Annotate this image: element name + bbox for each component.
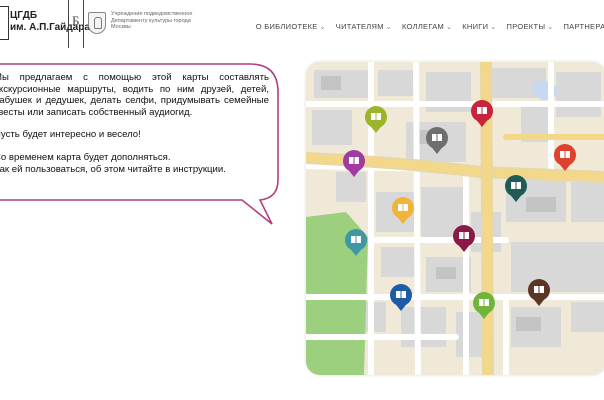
nav-label: ПРОЕКТЫ — [506, 22, 546, 31]
bookmark-letter: Б — [72, 13, 80, 28]
bubble-paragraph-1: Мы предлагаем с помощью этой карты соста… — [0, 72, 269, 118]
nav-label: ПАРТНЕРАМ — [563, 22, 604, 31]
bubble-paragraph-4: Как ей пользоваться, об этом читайте в и… — [0, 163, 226, 175]
nav-item-partners[interactable]: ПАРТНЕРАМ — [563, 22, 604, 31]
nav-label: О БИБЛИОТЕКЕ — [255, 22, 318, 31]
nav-label: ЧИТАТЕЛЯМ — [335, 22, 384, 31]
nav-label: КНИГИ — [462, 22, 489, 31]
site-header: ЦГДБ им. А.П.Гайдара Б Учреждение подвед… — [0, 0, 604, 56]
nav-label: КОЛЛЕГАМ — [401, 22, 445, 31]
nav-item-colleagues[interactable]: КОЛЛЕГАМ ⌄ — [402, 22, 452, 31]
bubble-paragraph-3: Со временем карта будет дополняться. — [0, 151, 171, 163]
bubble-paragraph-2: Пусть будет интересно и весело! — [0, 129, 141, 141]
chevron-down-icon: ⌄ — [319, 23, 326, 31]
nav-item-projects[interactable]: ПРОЕКТЫ ⌄ — [507, 22, 554, 31]
nav-item-about[interactable]: О БИБЛИОТЕКЕ ⌄ — [256, 22, 326, 31]
map-canvas[interactable] — [306, 62, 604, 375]
logo-emblem-icon — [0, 6, 9, 40]
nav-item-readers[interactable]: ЧИТАТЕЛЯМ ⌄ — [336, 22, 392, 31]
chevron-down-icon: ⌄ — [547, 23, 554, 31]
bubble-text: Мы предлагаем с помощью этой карты соста… — [0, 72, 269, 175]
library-map[interactable] — [306, 62, 604, 375]
moscow-crest-icon — [88, 12, 106, 34]
chevron-down-icon: ⌄ — [490, 23, 497, 31]
main-nav: О БИБЛИОТЕКЕ ⌄ ЧИТАТЕЛЯМ ⌄ КОЛЛЕГАМ ⌄ КНИГИ… — [256, 22, 604, 31]
library-logo[interactable]: ЦГДБ им. А.П.Гайдара — [0, 0, 90, 48]
nav-item-books[interactable]: КНИГИ ⌄ — [462, 22, 496, 31]
chevron-down-icon: ⌄ — [446, 23, 453, 31]
chevron-down-icon: ⌄ — [385, 23, 392, 31]
org-description: Учреждение подведомственное Департаменту… — [111, 11, 193, 30]
